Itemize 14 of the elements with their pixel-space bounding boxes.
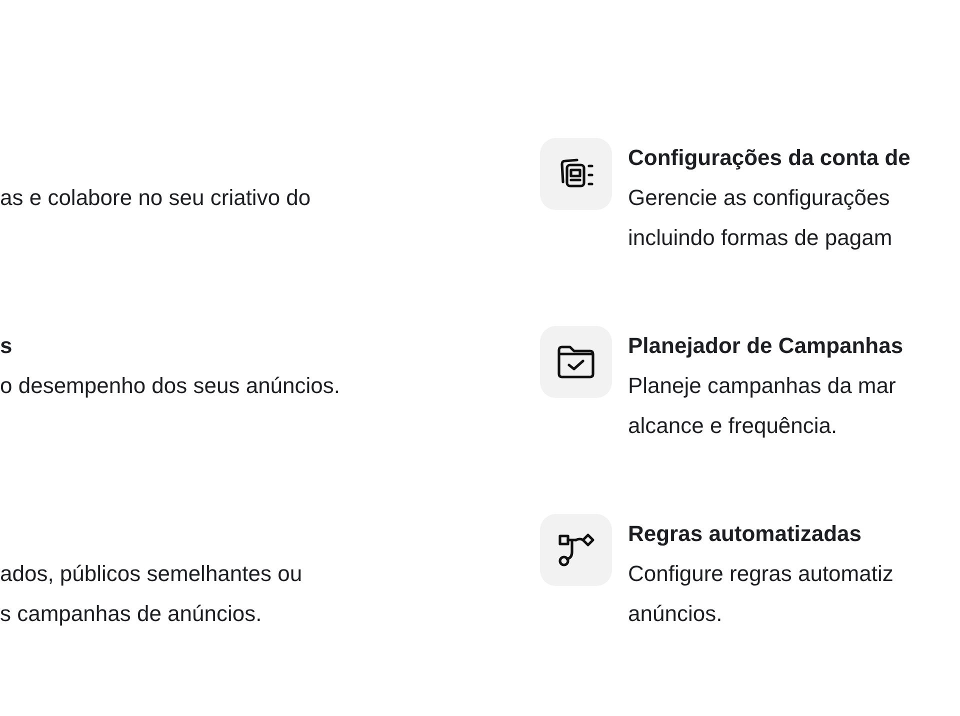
item-description: anúncios. — [628, 600, 722, 628]
item-description: as e colabore no seu criativo do — [0, 184, 311, 212]
item-description: Gerencie as configurações — [628, 184, 890, 212]
item-title: Configurações da conta de — [628, 144, 910, 172]
item-title: Planejador de Campanhas — [628, 332, 904, 360]
item-description: o desempenho dos seus anúncios. — [0, 372, 340, 400]
item-description: ados, públicos semelhantes ou — [0, 560, 302, 588]
item-description: s campanhas de anúncios. — [0, 600, 262, 628]
item-description: Configure regras automatiz — [628, 560, 894, 588]
item-description: alcance e frequência. — [628, 412, 838, 440]
item-description: incluindo formas de pagam — [628, 224, 892, 252]
item-title: s — [0, 333, 12, 358]
item-title: Regras automatizadas — [628, 520, 862, 548]
item-description: Planeje campanhas da mar — [628, 372, 896, 400]
